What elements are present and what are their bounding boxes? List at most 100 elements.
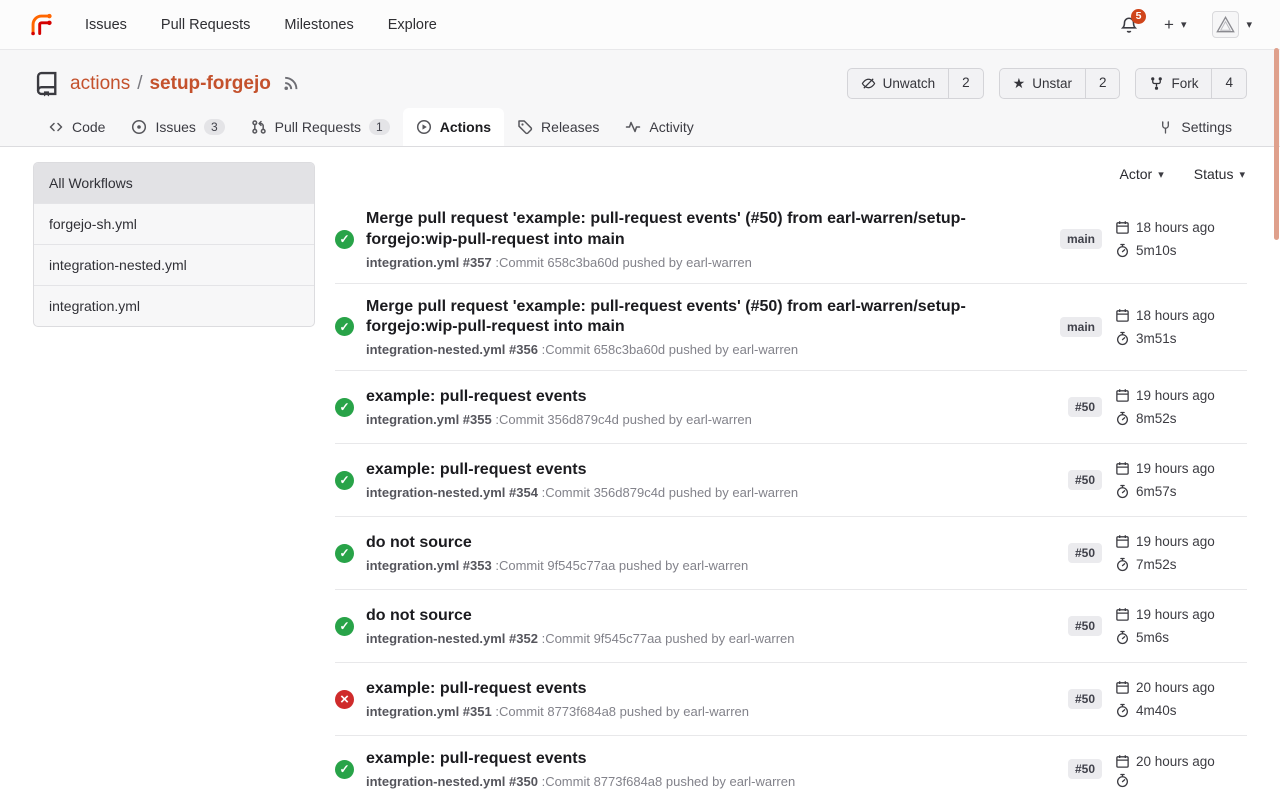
navbar-link[interactable]: Milestones: [284, 17, 353, 33]
chevron-down-icon: ▾: [1181, 18, 1187, 31]
run-workflow-ref: integration-nested.yml #354: [366, 485, 538, 500]
tab-pull-requests[interactable]: Pull Requests 1: [238, 108, 403, 146]
run-subtitle: integration-nested.yml #350 :Commit 8773…: [366, 774, 1024, 789]
tab-actions[interactable]: Actions: [403, 108, 504, 146]
run-meta-column: 19 hours ago 5m6s: [1115, 603, 1247, 649]
workflow-sidebar-item[interactable]: All Workflows: [34, 163, 314, 204]
run-commit-info: :Commit 356d879c4d pushed by earl-warren: [542, 485, 799, 500]
run-meta-column: 19 hours ago 7m52s: [1115, 530, 1247, 576]
workflow-run-row[interactable]: example: pull-request events integration…: [335, 735, 1247, 800]
run-ref-badge[interactable]: #50: [1068, 616, 1102, 636]
workflow-run-row[interactable]: example: pull-request events integration…: [335, 443, 1247, 516]
workflow-run-row[interactable]: example: pull-request events integration…: [335, 370, 1247, 443]
run-duration: 8m52s: [1136, 407, 1177, 430]
navbar-link[interactable]: Issues: [85, 17, 127, 33]
chevron-down-icon: ▾: [1158, 168, 1164, 181]
forgejo-logo-icon: [28, 11, 55, 38]
stopwatch-icon: [1115, 630, 1130, 645]
actor-filter-dropdown[interactable]: Actor ▾: [1120, 166, 1164, 182]
wrench-icon: [1158, 120, 1173, 135]
run-time: 20 hours ago: [1136, 676, 1215, 699]
run-main-info: example: pull-request events integration…: [366, 749, 1040, 789]
workflow-run-row[interactable]: Merge pull request 'example: pull-reques…: [335, 283, 1247, 371]
run-main-info: example: pull-request events integration…: [366, 387, 1040, 427]
pull-request-icon: [251, 119, 267, 135]
run-title-link[interactable]: example: pull-request events: [366, 460, 986, 481]
eye-slash-icon: [861, 76, 876, 91]
runs-main-column: Actor ▾ Status ▾ Merge pull request 'exa…: [335, 162, 1247, 800]
run-commit-info: :Commit 658c3ba60d pushed by earl-warren: [542, 342, 799, 357]
notifications-button[interactable]: 5: [1120, 16, 1138, 34]
stopwatch-icon: [1115, 703, 1130, 718]
run-title-link[interactable]: Merge pull request 'example: pull-reques…: [366, 297, 986, 339]
run-ref-badge[interactable]: main: [1060, 317, 1102, 337]
run-workflow-ref: integration-nested.yml #352: [366, 631, 538, 646]
run-time-line: 20 hours ago: [1115, 676, 1247, 699]
workflow-sidebar-item[interactable]: integration.yml: [34, 286, 314, 326]
tab-issues[interactable]: Issues 3: [118, 108, 237, 146]
navbar-link[interactable]: Explore: [388, 17, 437, 33]
repo-owner-link[interactable]: actions: [70, 73, 130, 95]
run-status-icon: [335, 760, 354, 779]
watchers-count[interactable]: 2: [948, 69, 983, 98]
star-button-group: ★ Unstar 2: [999, 68, 1121, 99]
run-title-link[interactable]: example: pull-request events: [366, 749, 986, 770]
workflow-sidebar-item[interactable]: forgejo-sh.yml: [34, 204, 314, 245]
run-ref-badge[interactable]: main: [1060, 229, 1102, 249]
run-main-info: do not source integration.yml #353 :Comm…: [366, 533, 1040, 573]
run-meta-column: 18 hours ago 3m51s: [1115, 304, 1247, 350]
tab-code[interactable]: Code: [35, 108, 118, 146]
run-ref-column: #50: [1040, 543, 1102, 563]
run-title-link[interactable]: example: pull-request events: [366, 679, 986, 700]
run-commit-info: :Commit 9f545c77aa pushed by earl-warren: [542, 631, 795, 646]
run-ref-badge[interactable]: #50: [1068, 470, 1102, 490]
run-time: 19 hours ago: [1136, 457, 1215, 480]
workflow-run-row[interactable]: Merge pull request 'example: pull-reques…: [335, 196, 1247, 283]
stars-count[interactable]: 2: [1085, 69, 1120, 98]
rss-icon[interactable]: [281, 74, 300, 93]
workflow-run-row[interactable]: do not source integration.yml #353 :Comm…: [335, 516, 1247, 589]
user-menu-button[interactable]: ▾: [1212, 11, 1252, 38]
run-commit-info: :Commit 8773f684a8 pushed by earl-warren: [542, 774, 796, 789]
workflow-run-row[interactable]: example: pull-request events integration…: [335, 662, 1247, 735]
run-ref-badge[interactable]: #50: [1068, 543, 1102, 563]
fork-icon: [1149, 76, 1164, 91]
tab-releases[interactable]: Releases: [504, 108, 612, 146]
run-commit-info: :Commit 9f545c77aa pushed by earl-warren: [495, 558, 748, 573]
repo-book-icon: [33, 70, 60, 97]
run-ref-badge[interactable]: #50: [1068, 689, 1102, 709]
chevron-down-icon: ▾: [1239, 168, 1245, 181]
repo-name-link[interactable]: setup-forgejo: [149, 73, 270, 95]
run-duration-line: 6m57s: [1115, 480, 1247, 503]
fork-button[interactable]: Fork: [1136, 69, 1211, 98]
run-status-icon: [335, 471, 354, 490]
run-title-link[interactable]: Merge pull request 'example: pull-reques…: [366, 209, 986, 251]
forgejo-logo[interactable]: [28, 11, 55, 38]
run-duration-line: 4m40s: [1115, 699, 1247, 722]
run-ref-badge[interactable]: #50: [1068, 759, 1102, 779]
tab-activity[interactable]: Activity: [612, 108, 706, 146]
run-commit-info: :Commit 8773f684a8 pushed by earl-warren: [495, 704, 749, 719]
calendar-icon: [1115, 534, 1130, 549]
run-workflow-ref: integration.yml #351: [366, 704, 492, 719]
run-main-info: do not source integration-nested.yml #35…: [366, 606, 1040, 646]
tab-settings[interactable]: Settings: [1145, 108, 1245, 146]
star-icon: ★: [1013, 75, 1026, 92]
run-status-icon: [335, 617, 354, 636]
run-title-link[interactable]: do not source: [366, 606, 986, 627]
workflow-sidebar-item[interactable]: integration-nested.yml: [34, 245, 314, 286]
run-ref-badge[interactable]: #50: [1068, 397, 1102, 417]
navbar-link[interactable]: Pull Requests: [161, 17, 250, 33]
status-filter-dropdown[interactable]: Status ▾: [1194, 166, 1245, 182]
run-title-link[interactable]: do not source: [366, 533, 986, 554]
workflow-run-row[interactable]: do not source integration-nested.yml #35…: [335, 589, 1247, 662]
forks-count[interactable]: 4: [1211, 69, 1246, 98]
run-commit-info: :Commit 356d879c4d pushed by earl-warren: [495, 412, 752, 427]
unwatch-button[interactable]: Unwatch: [848, 69, 949, 98]
fork-button-group: Fork 4: [1135, 68, 1247, 99]
unstar-button[interactable]: ★ Unstar: [1000, 69, 1085, 98]
create-new-button[interactable]: + ▾: [1164, 15, 1186, 35]
code-icon: [48, 119, 64, 135]
run-title-link[interactable]: example: pull-request events: [366, 387, 986, 408]
vertical-scrollbar[interactable]: [1274, 48, 1279, 240]
